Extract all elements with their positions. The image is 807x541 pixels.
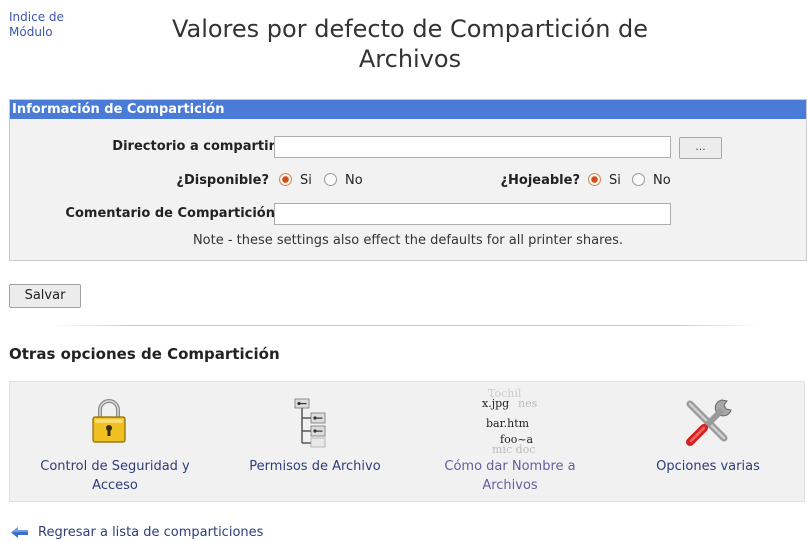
tools-icon[interactable] [682, 396, 736, 450]
note-text: Note - these settings also effect the de… [192, 233, 624, 248]
browseable-no-radio[interactable] [632, 173, 645, 186]
naming-icon-text-b: bar.htm [486, 417, 530, 430]
browseable-yes-label: Si [609, 173, 621, 188]
module-index-link[interactable]: Indice de Módulo [9, 10, 64, 40]
available-yes-label: Si [300, 173, 312, 188]
file-permissions-label-line1[interactable]: Permisos de Archivo [220, 457, 410, 476]
browseable-no-label: No [653, 173, 671, 188]
module-index-line2[interactable]: Módulo [9, 25, 64, 40]
file-naming-label-line1[interactable]: Cómo dar Nombre a [410, 457, 610, 476]
security-access-label-line1[interactable]: Control de Seguridad y [10, 457, 220, 476]
naming-icon-text-c: foo~a [500, 433, 534, 446]
comment-input[interactable] [274, 203, 671, 225]
page-title: Valores por defecto de Compartición de A… [130, 14, 690, 74]
available-no-label: No [345, 173, 363, 188]
page-title-line1: Valores por defecto de Compartición de [171, 15, 649, 43]
file-naming-tile[interactable]: Tochil x.jpg nes bar.htm mic doc foo~a C… [410, 382, 610, 501]
back-to-shares-link[interactable]: Regresar a lista de comparticiones [38, 524, 263, 541]
security-access-tile[interactable]: Control de Seguridad y Acceso [10, 382, 220, 501]
save-button[interactable]: Salvar [9, 284, 81, 308]
file-naming-label[interactable]: Cómo dar Nombre a Archivos [410, 457, 610, 495]
other-options-heading: Otras opciones de Compartición [9, 345, 280, 363]
file-naming-icon[interactable]: Tochil x.jpg nes bar.htm mic doc foo~a [478, 384, 550, 454]
available-row: ¿Disponible? Si No ¿Hojeable? Si No [10, 168, 806, 194]
security-access-label[interactable]: Control de Seguridad y Acceso [10, 457, 220, 495]
comment-label: Comentario de Compartición [65, 206, 275, 221]
other-options-panel: Control de Seguridad y Acceso Permisos d… [9, 381, 805, 502]
file-permissions-icon[interactable] [293, 396, 335, 448]
file-naming-label-line2[interactable]: Archivos [410, 476, 610, 495]
available-label: ¿Disponible? [176, 173, 269, 188]
file-permissions-label[interactable]: Permisos de Archivo [220, 457, 410, 476]
available-yes-radio[interactable] [279, 173, 292, 186]
section-header: Información de Compartición [10, 100, 806, 119]
divider [50, 325, 760, 326]
browse-button[interactable]: ... [679, 137, 722, 159]
page-title-line2: Archivos [358, 45, 462, 73]
naming-icon-text-a: x.jpg [482, 397, 509, 410]
misc-options-label[interactable]: Opciones varias [610, 457, 806, 476]
lock-icon[interactable] [90, 396, 128, 444]
browseable-yes-radio[interactable] [588, 173, 601, 186]
back-arrow-icon[interactable] [11, 527, 29, 538]
share-info-section: Información de Compartición Directorio a… [9, 99, 807, 261]
file-permissions-tile[interactable]: Permisos de Archivo [220, 382, 410, 501]
directory-input[interactable] [274, 136, 671, 158]
misc-options-tile[interactable]: Opciones varias [610, 382, 806, 501]
module-index-line1[interactable]: Indice de [9, 10, 64, 25]
security-access-label-line2[interactable]: Acceso [10, 476, 220, 495]
directory-row: Directorio a compartir ... [10, 134, 806, 160]
naming-icon-text-a-ghost: nes [518, 397, 538, 410]
browseable-label: ¿Hojeable? [500, 173, 580, 188]
directory-label: Directorio a compartir [112, 139, 275, 154]
available-no-radio[interactable] [324, 173, 337, 186]
misc-options-label-line1[interactable]: Opciones varias [610, 457, 806, 476]
comment-row: Comentario de Compartición [10, 201, 806, 227]
